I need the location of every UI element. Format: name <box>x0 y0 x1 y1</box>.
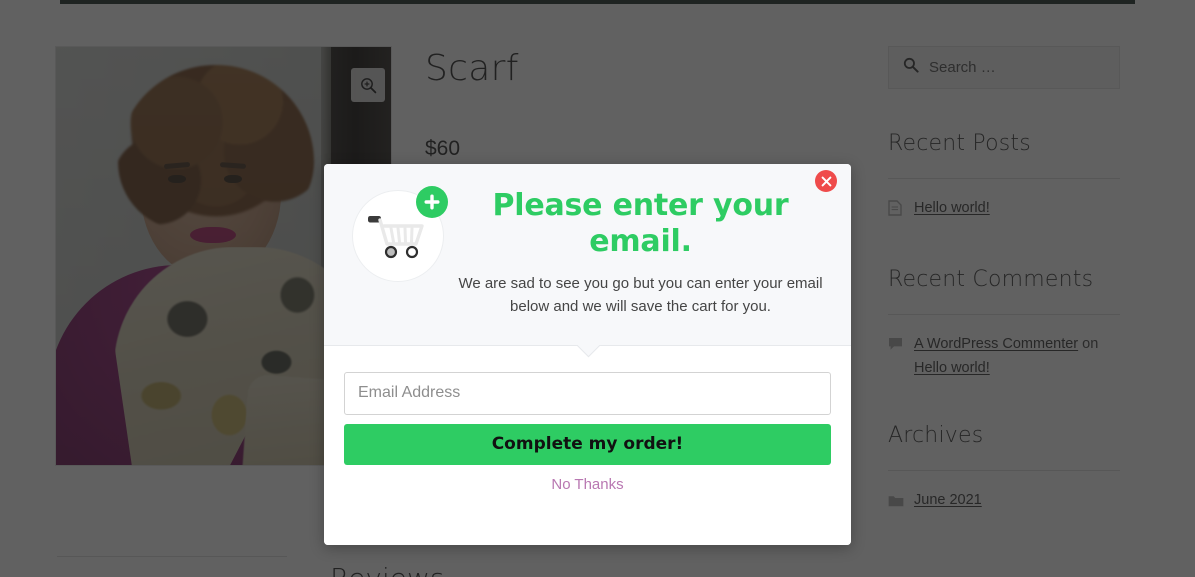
modal-body: Complete my order! No Thanks <box>324 345 851 545</box>
plus-badge-icon <box>416 186 448 218</box>
email-field[interactable] <box>344 371 831 415</box>
modal-header-text: Please enter your email. We are sad to s… <box>454 186 827 319</box>
no-thanks-link[interactable]: No Thanks <box>344 476 831 493</box>
close-icon[interactable] <box>815 170 837 192</box>
shopping-cart-icon <box>352 186 448 282</box>
header-notch <box>575 345 601 358</box>
modal-header: Please enter your email. We are sad to s… <box>324 164 851 346</box>
modal-heading: Please enter your email. <box>492 188 789 259</box>
modal-subtext: We are sad to see you go but you can ent… <box>458 275 823 316</box>
email-capture-modal: Please enter your email. We are sad to s… <box>324 164 851 545</box>
complete-order-button[interactable]: Complete my order! <box>344 423 831 465</box>
